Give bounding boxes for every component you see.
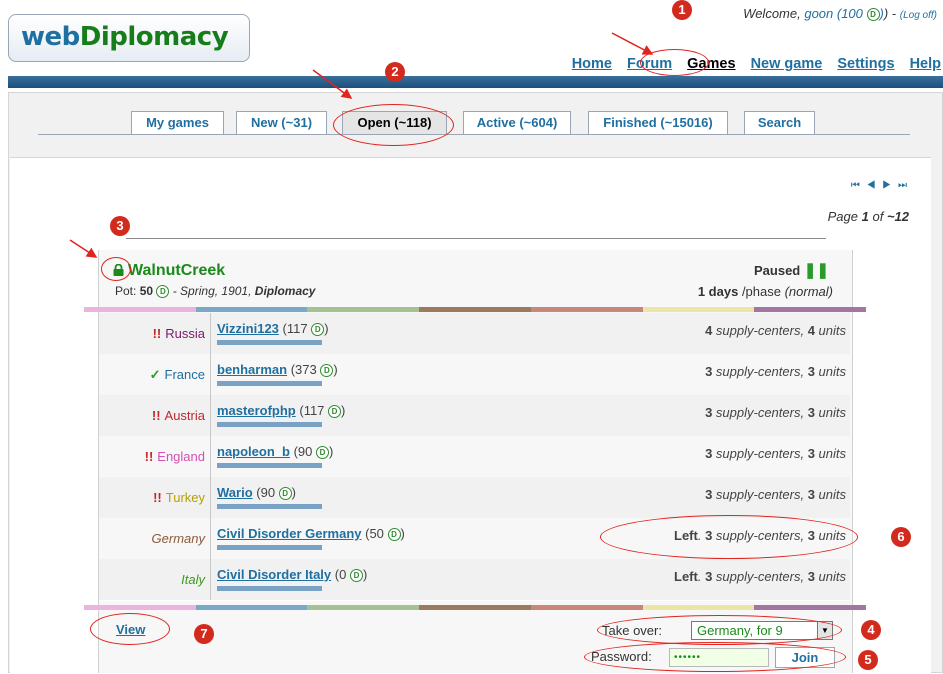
annotation-ellipse-open-tab	[333, 104, 454, 146]
annotation-badge-6: 6	[891, 527, 911, 547]
annotation-ellipse-lock	[101, 257, 131, 281]
annotation-ellipse-view	[90, 613, 170, 645]
annotation-arrows	[69, 32, 654, 258]
annotation-ellipse-takeover	[597, 615, 842, 645]
annotation-badge-2: 2	[385, 62, 405, 82]
annotation-badge-3: 3	[110, 216, 130, 236]
annotation-arrow-2	[312, 69, 353, 99]
annotation-badge-7: 7	[194, 624, 214, 644]
annotation-badge-1: 1	[672, 0, 692, 20]
annotation-badge-4: 4	[861, 620, 881, 640]
annotation-ellipse-password	[584, 642, 846, 672]
annotation-badge-5: 5	[858, 650, 878, 670]
annotation-arrow-1	[611, 32, 654, 55]
annotation-ellipse-left-player	[600, 515, 858, 559]
annotation-arrow-3	[69, 239, 98, 258]
annotation-ellipse-games	[640, 49, 709, 76]
